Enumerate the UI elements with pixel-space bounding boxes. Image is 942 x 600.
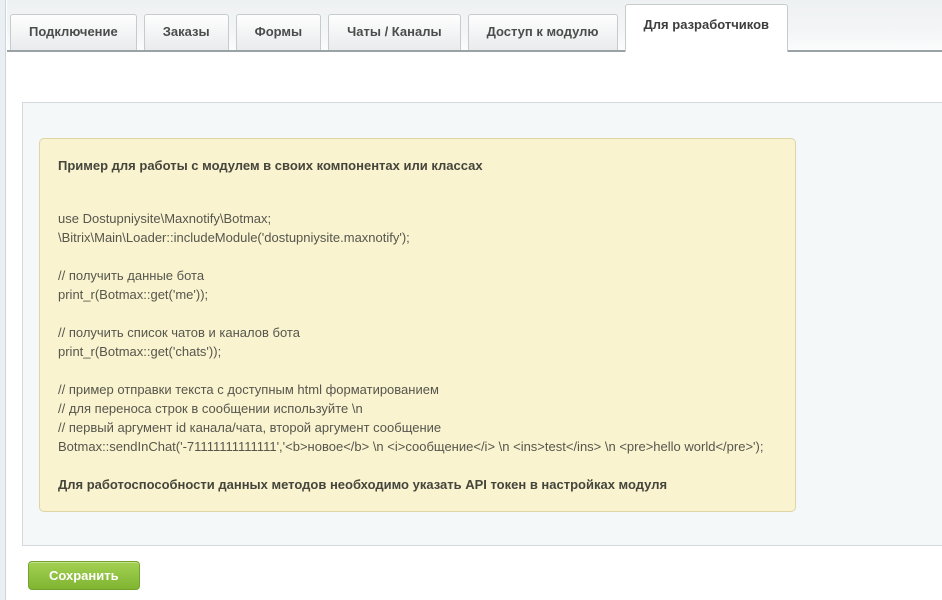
code-line: \Bitrix\Main\Loader::includeModule('dost… <box>58 228 777 247</box>
tab-for-developers[interactable]: Для разработчиков <box>625 4 789 52</box>
code-line: // получить список чатов и каналов бота <box>58 323 777 342</box>
infobox-footer: Для работоспособности данных методов нео… <box>58 475 777 494</box>
code-line: print_r(Botmax::get('chats')); <box>58 342 777 361</box>
code-line <box>58 304 777 323</box>
tab-chats-channels[interactable]: Чаты / Каналы <box>328 14 460 50</box>
tab-orders[interactable]: Заказы <box>144 14 229 50</box>
settings-panel: Пример для работы с модулем в своих комп… <box>22 102 942 546</box>
save-button[interactable]: Сохранить <box>28 561 140 590</box>
developer-info-box: Пример для работы с модулем в своих комп… <box>39 138 796 512</box>
infobox-heading: Пример для работы с модулем в своих комп… <box>58 156 777 175</box>
tab-forms[interactable]: Формы <box>236 14 322 50</box>
code-line: // пример отправки текста с доступным ht… <box>58 380 777 399</box>
page-left-edge <box>0 0 6 600</box>
code-line: print_r(Botmax::get('me')); <box>58 285 777 304</box>
code-line: // первый аргумент id канала/чата, второ… <box>58 418 777 437</box>
code-example: use Dostupniysite\Maxnotify\Botmax;\Bitr… <box>58 209 777 456</box>
code-line <box>58 247 777 266</box>
code-line: Botmax::sendInChat('-71111111111111','<b… <box>58 437 777 456</box>
code-line <box>58 361 777 380</box>
tab-connection[interactable]: Подключение <box>10 14 137 50</box>
tab-bar: ПодключениеЗаказыФормыЧаты / КаналыДосту… <box>7 0 942 52</box>
code-line: // получить данные бота <box>58 266 777 285</box>
code-line: // для переноса строк в сообщении исполь… <box>58 399 777 418</box>
tab-module-access[interactable]: Доступ к модулю <box>468 14 618 50</box>
code-line: use Dostupniysite\Maxnotify\Botmax; <box>58 209 777 228</box>
